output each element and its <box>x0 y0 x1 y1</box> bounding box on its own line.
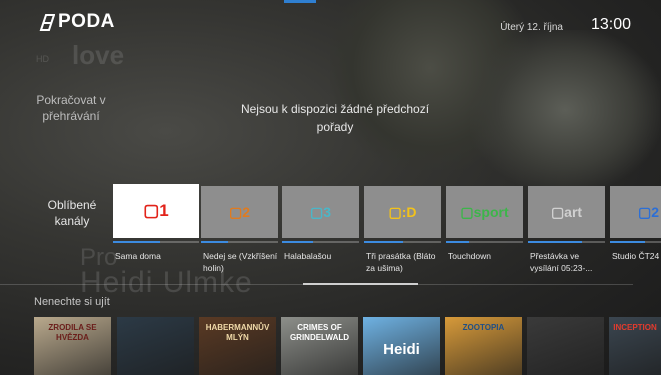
poster-caption: ZOOTOPIA <box>462 323 505 332</box>
channel-tile[interactable]: ▢sport <box>446 186 523 243</box>
channel-program-title: Sama doma <box>115 251 161 261</box>
channel-logo: ▢2 <box>637 203 659 220</box>
channel-logo: ▢1 <box>143 201 169 220</box>
movie-poster[interactable] <box>527 317 604 375</box>
dont-miss-label: Nenechte si ujít <box>34 296 110 308</box>
movie-poster[interactable]: INCEPTION <box>609 317 661 375</box>
channel-tile[interactable]: ▢1 <box>113 184 199 243</box>
background-watermark-hd: HD <box>36 54 49 64</box>
favorite-channels-label: Oblíbené kanály <box>47 198 97 228</box>
channel-tile[interactable]: ▢2 <box>610 186 661 243</box>
movie-poster[interactable] <box>117 317 194 375</box>
channel-logo: ▢2 <box>228 203 250 220</box>
channel-tile[interactable]: ▢3 <box>282 186 359 243</box>
header-clock: 13:00 <box>590 16 631 33</box>
channel-progress-bar <box>610 241 645 243</box>
channel-program-title: Studio ČT24 <box>612 251 660 261</box>
channel-program-title: Halabalašou <box>284 251 332 261</box>
channel-program-title: Touchdown <box>448 251 492 261</box>
channel-tile[interactable]: ▢2 <box>201 186 278 243</box>
channel-progress-bar <box>113 241 161 243</box>
continue-watching-label: Pokračovat v přehrávání <box>36 93 106 123</box>
channel-logo: ▢sport <box>460 203 509 220</box>
poster-caption: Heidi <box>383 341 420 358</box>
channel-tile[interactable]: ▢:D <box>364 186 441 243</box>
continue-watching-empty-message: Nejsou k dispozici žádné předchozí pořad… <box>240 102 430 134</box>
channel-logo: ▢3 <box>309 203 331 220</box>
channel-progress-bar <box>528 241 582 243</box>
channel-tile[interactable]: ▢art <box>528 186 605 243</box>
top-loading-indicator <box>284 0 316 3</box>
movie-poster[interactable]: CRIMES OF GRINDELWALD <box>281 317 358 375</box>
row-scroll-thumb[interactable] <box>303 283 418 285</box>
poster-caption: ZRODILA SE HVĚZDA <box>48 323 97 342</box>
channel-progress-bar <box>364 241 403 243</box>
channel-logo: ▢art <box>550 203 583 220</box>
channel-progress-bar <box>446 241 470 243</box>
poster-caption: CRIMES OF GRINDELWALD <box>289 323 350 342</box>
poster-caption: HABERMANNŮV MLÝN <box>205 323 270 342</box>
app-logo: PODA <box>38 11 115 33</box>
channel-program-title: Tři prasátka (Bláto za ušima) <box>366 251 436 273</box>
channel-progress-bar <box>201 241 228 243</box>
channel-program-title: Nedej se (Vzkříšení holin) <box>203 251 278 273</box>
logo-text: PODA <box>58 11 115 32</box>
logo-mark-icon <box>39 13 55 31</box>
background-tree <box>470 30 660 190</box>
header-date: Úterý 12. října <box>500 22 563 33</box>
movie-poster[interactable]: ZOOTOPIA <box>445 317 522 375</box>
channel-progress-bar <box>282 241 313 243</box>
poster-caption: INCEPTION <box>613 323 657 332</box>
background-watermark-channel: love <box>72 40 125 70</box>
channel-logo: ▢:D <box>388 203 417 220</box>
movie-poster[interactable]: Heidi <box>363 317 440 375</box>
movie-poster[interactable]: ZRODILA SE HVĚZDA <box>34 317 111 375</box>
channel-program-title: Přestávka ve vysílání 05:23-... <box>530 251 593 273</box>
movie-poster[interactable]: HABERMANNŮV MLÝN <box>199 317 276 375</box>
